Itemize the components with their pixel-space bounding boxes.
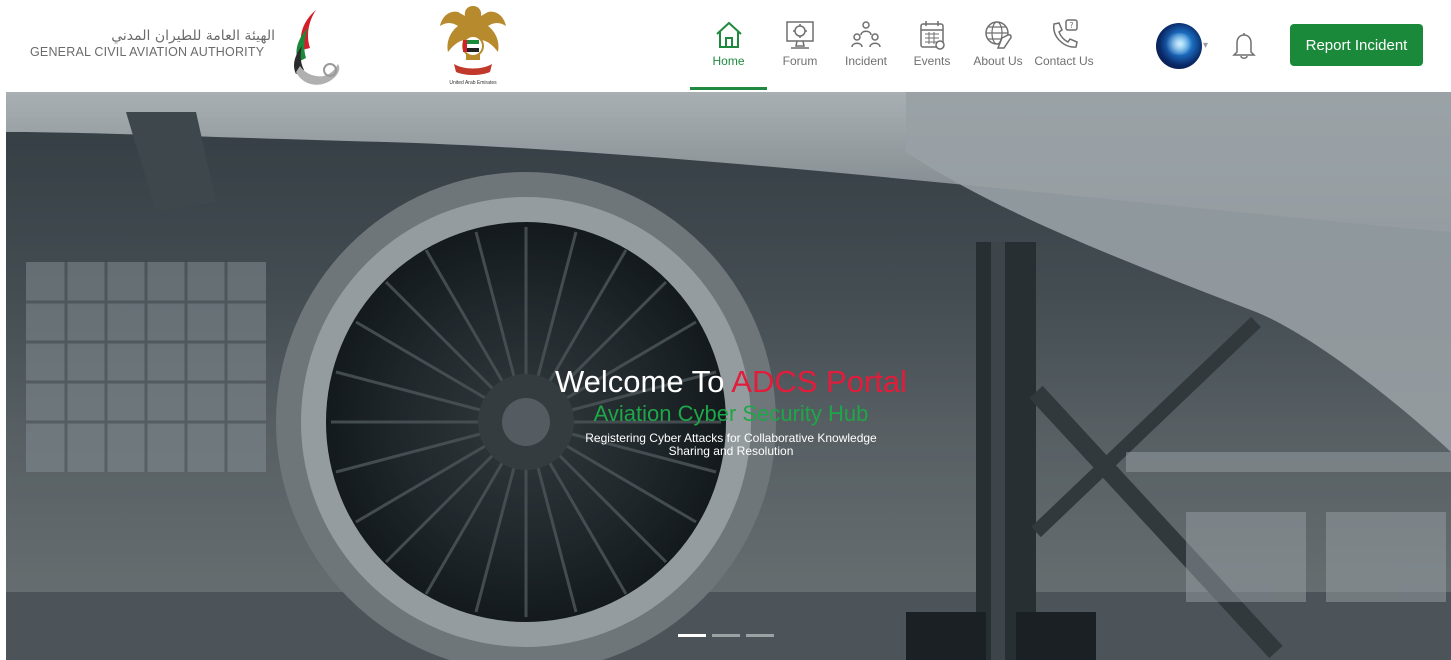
nav-item-events[interactable]: Events (899, 0, 965, 92)
incident-icon (851, 21, 881, 48)
nav-label-forum: Forum (782, 54, 818, 68)
hero-title-prefix: Welcome To (554, 364, 732, 399)
uae-falcon-emblem-icon (440, 6, 506, 75)
nav-item-home[interactable]: Home (690, 0, 767, 92)
gcaa-falcon-logo-icon[interactable] (286, 6, 344, 90)
svg-text:?: ? (1069, 21, 1073, 30)
nav-label-about-us: About Us (973, 54, 1023, 68)
hero-description: Registering Cyber Attacks for Collaborat… (585, 431, 877, 458)
hero-title: Welcome To ADCS Portal (461, 364, 1001, 400)
calendar-icon (920, 21, 945, 50)
carousel-indicators (678, 634, 774, 637)
main-nav: Home Forum Incident Events About Us ? Co… (690, 0, 1097, 92)
hero-text-block: Welcome To ADCS Portal Aviation Cyber Se… (461, 364, 1001, 458)
nav-item-forum[interactable]: Forum (767, 0, 833, 92)
carousel-dot-1[interactable] (678, 634, 706, 637)
globe-hand-icon (985, 21, 1012, 49)
hero-title-accent: ADCS Portal (731, 364, 908, 399)
emblem-caption: United Arab Emirates (449, 80, 497, 86)
nav-item-about-us[interactable]: About Us (965, 0, 1031, 92)
phone-question-icon: ? (1053, 19, 1078, 48)
hero-banner: Welcome To ADCS Portal Aviation Cyber Se… (6, 92, 1451, 660)
authority-name-arabic: الهيئة العامة للطيران المدني (111, 28, 275, 44)
nav-label-contact-us: Contact Us (1034, 54, 1094, 68)
user-avatar[interactable] (1156, 23, 1202, 69)
authority-name-english: GENERAL CIVIL AVIATION AUTHORITY (30, 45, 265, 59)
nav-label-incident: Incident (844, 54, 888, 68)
site-header: الهيئة العامة للطيران المدني GENERAL CIV… (0, 0, 1451, 92)
forum-icon (786, 21, 814, 49)
nav-label-home: Home (712, 54, 745, 68)
carousel-dot-3[interactable] (746, 634, 774, 637)
nav-label-events: Events (913, 54, 951, 68)
nav-item-incident[interactable]: Incident (833, 0, 899, 92)
nav-item-contact-us[interactable]: ? Contact Us (1031, 0, 1097, 92)
hero-subtitle: Aviation Cyber Security Hub (593, 401, 869, 426)
authority-name: الهيئة العامة للطيران المدني GENERAL CIV… (30, 28, 275, 60)
uae-emblem: United Arab Emirates (436, 2, 510, 90)
avatar-glow (1164, 33, 1194, 55)
bell-icon[interactable] (1232, 30, 1256, 60)
carousel-dot-2[interactable] (712, 634, 740, 637)
home-icon (715, 21, 742, 48)
report-incident-button[interactable]: Report Incident (1290, 24, 1423, 66)
chevron-down-icon[interactable]: ▾ (1203, 40, 1208, 51)
